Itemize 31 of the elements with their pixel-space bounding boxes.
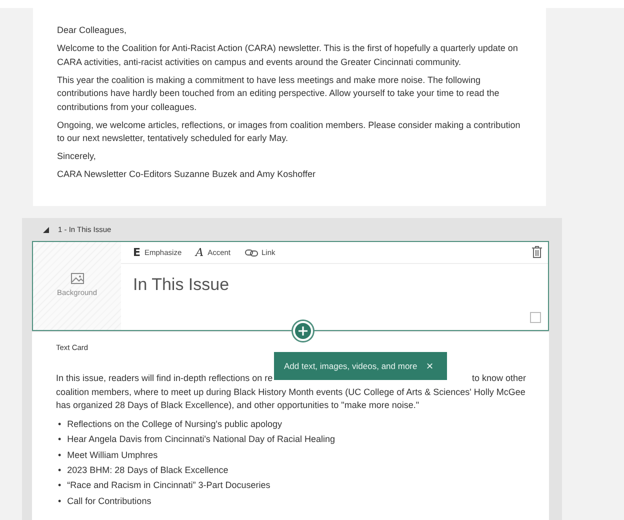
delete-button[interactable] xyxy=(532,246,542,258)
bullet-item: Reflections on the College of Nursing's public apology xyxy=(67,418,282,431)
heading-text: In This Issue xyxy=(133,274,230,296)
add-button[interactable] xyxy=(293,321,313,341)
tooltip-text: Add text, images, videos, and more xyxy=(284,360,418,372)
bullet-item: “Race and Racism in Cincinnati” 3-Part Docuseries xyxy=(67,479,270,492)
paragraph-text: to know other xyxy=(472,372,526,386)
bullet-marker: • xyxy=(58,479,62,492)
link-icon xyxy=(244,248,258,256)
collapse-triangle-icon[interactable] xyxy=(43,226,49,232)
bullet-item: Call for Contributions xyxy=(67,494,152,508)
bullet-item: 2023 BHM: 28 Days of Black Excellence xyxy=(67,464,228,477)
image-icon xyxy=(70,273,84,284)
letter-paragraph: CARA Newsletter Co-Editors Suzanne Buzek and Amy Koshoffer xyxy=(57,168,316,181)
bullet-marker: • xyxy=(58,464,62,477)
holly-mcgee-link[interactable]: Holly McGee xyxy=(474,386,526,397)
bullet-item: Hear Angela Davis from Cincinnati's National Day of Racial Healing xyxy=(67,433,335,446)
letter-paragraph: Sincerely, xyxy=(57,150,97,163)
paragraph-text: coalition members, where to meet up during Black History Month events (UC College of Arts & Sciences' Holly McGee has organized 28 Days of Black Excellence), and other opportunities to "make more noise." xyxy=(56,386,526,412)
letter-paragraph: Ongoing, we welcome articles, reflections, or images from coalition members. Please consider making a contribution to our next newsletter, tentatively scheduled for early May. xyxy=(57,118,522,145)
paragraph-text: In this issue, readers will find in-depth reflections on re xyxy=(56,372,273,386)
bullet-marker: • xyxy=(58,494,62,508)
letter-paragraph: Dear Colleagues, xyxy=(57,24,128,37)
select-checkbox[interactable] xyxy=(530,312,541,323)
close-button[interactable]: × xyxy=(426,360,434,372)
letter-paragraph: Welcome to the Coalition for Anti-Racist Action (CARA) newsletter. This is the first of hopefully a quarterly update on CARA activities, anti-racist activities on campus and events around the Greater Cincinnati community. xyxy=(57,42,519,69)
letter-paragraph: This year the coalition is making a commitment to have less meetings and make more noise. The following contributions have hardly been touched from an editing perspective. Allow yourself to take your time to read the contributions from your colleagues. xyxy=(57,74,500,114)
bullet-marker: • xyxy=(58,433,62,446)
bullet-item: Meet William Umphres xyxy=(67,448,158,462)
bullet-marker: • xyxy=(58,448,62,462)
bullet-marker: • xyxy=(58,418,62,431)
